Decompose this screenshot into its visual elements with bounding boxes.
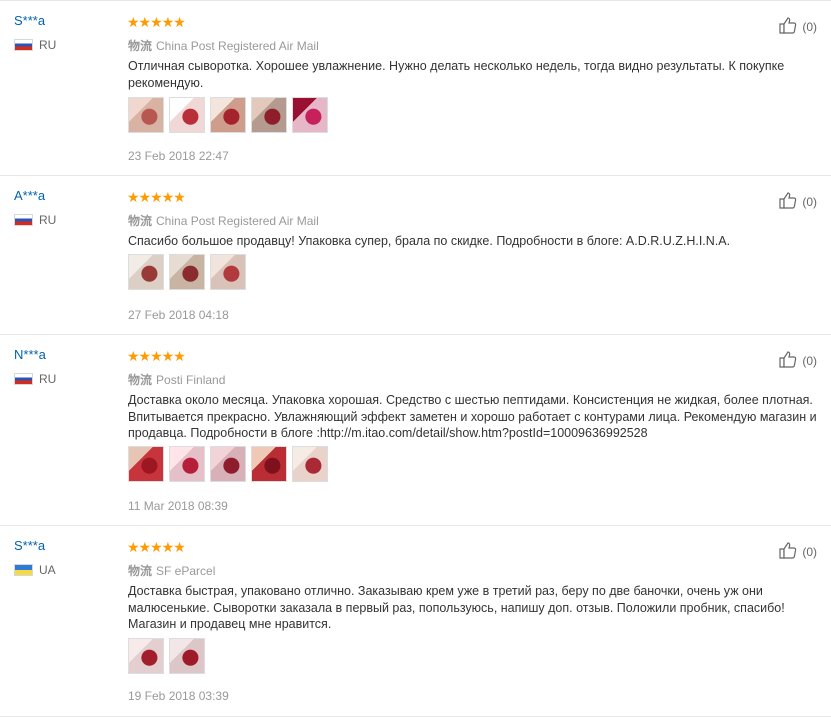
thumbs-up-icon[interactable] — [778, 15, 798, 38]
review-photos — [128, 638, 205, 674]
logistics-info: 物流 China Post Registered Air Mail — [128, 212, 319, 229]
reviewer-country: UA — [14, 563, 56, 577]
review-photo-thumbnail[interactable] — [128, 254, 164, 290]
country-code: UA — [39, 563, 56, 577]
review-photo-thumbnail[interactable] — [251, 446, 287, 482]
logistics-info: 物流 China Post Registered Air Mail — [128, 37, 319, 54]
reviewer-name[interactable]: A***a — [14, 188, 45, 203]
logistics-method: SF eParcel — [156, 564, 216, 578]
logistics-info: 物流 SF eParcel — [128, 562, 215, 579]
review-date: 23 Feb 2018 22:47 — [128, 149, 229, 163]
helpful-button[interactable]: (0) — [778, 15, 817, 38]
rating-stars: ★★★★★ — [127, 348, 186, 364]
reviewer-country: RU — [14, 372, 56, 386]
rating-stars: ★★★★★ — [127, 189, 186, 205]
review-text: Доставка быстрая, упаковано отлично. Зак… — [128, 584, 785, 631]
review-photo-thumbnail[interactable] — [210, 446, 246, 482]
thumbs-up-icon[interactable] — [778, 540, 798, 563]
logistics-method: China Post Registered Air Mail — [156, 39, 319, 53]
reviewer-country: RU — [14, 213, 56, 227]
rating-stars: ★★★★★ — [127, 14, 186, 30]
review-text: Доставка около месяца. Упаковка хорошая.… — [128, 393, 817, 440]
country-flag-icon — [14, 373, 33, 385]
review-photo-thumbnail[interactable] — [169, 254, 205, 290]
review-photo-thumbnail[interactable] — [128, 446, 164, 482]
review-photos — [128, 446, 328, 482]
review-photo-thumbnail[interactable] — [128, 638, 164, 674]
review-text: Отличная сыворотка. Хорошее увлажнение. … — [128, 59, 785, 90]
logistics-method: Posti Finland — [156, 373, 226, 387]
logistics-label: 物流 — [128, 39, 153, 53]
helpful-button[interactable]: (0) — [778, 190, 817, 213]
country-flag-icon — [14, 39, 33, 51]
review-item: S***a UA ★★★★★ 物流 SF eParcel Доставка быс… — [0, 526, 831, 717]
review-photo-thumbnail[interactable] — [169, 97, 205, 133]
rating-stars: ★★★★★ — [127, 539, 186, 555]
helpful-count: (0) — [802, 194, 817, 209]
logistics-label: 物流 — [128, 373, 153, 387]
logistics-method: China Post Registered Air Mail — [156, 214, 319, 228]
helpful-button[interactable]: (0) — [778, 540, 817, 563]
review-text: Спасибо большое продавцу! Упаковка супер… — [128, 234, 731, 248]
reviewer-name[interactable]: S***a — [14, 13, 45, 28]
helpful-count: (0) — [802, 353, 817, 368]
logistics-info: 物流 Posti Finland — [128, 371, 225, 388]
helpful-count: (0) — [802, 544, 817, 559]
review-photos — [128, 97, 328, 133]
review-item: N***a RU ★★★★★ 物流 Posti Finland Доставка … — [0, 335, 831, 526]
country-flag-icon — [14, 564, 33, 576]
country-code: RU — [39, 38, 57, 52]
review-photo-thumbnail[interactable] — [292, 97, 328, 133]
logistics-label: 物流 — [128, 214, 153, 228]
thumbs-up-icon[interactable] — [778, 349, 798, 372]
review-photo-thumbnail[interactable] — [210, 97, 246, 133]
review-date: 27 Feb 2018 04:18 — [128, 308, 229, 322]
country-code: RU — [39, 372, 57, 386]
helpful-count: (0) — [802, 19, 817, 34]
reviewer-name[interactable]: N***a — [14, 347, 46, 362]
review-photo-thumbnail[interactable] — [210, 254, 246, 290]
review-photo-thumbnail[interactable] — [169, 638, 205, 674]
thumbs-up-icon[interactable] — [778, 190, 798, 213]
reviewer-country: RU — [14, 38, 56, 52]
review-photos — [128, 254, 246, 290]
helpful-button[interactable]: (0) — [778, 349, 817, 372]
review-item: S***a RU ★★★★★ 物流 China Post Registered A… — [0, 0, 831, 176]
review-date: 11 Mar 2018 08:39 — [128, 499, 228, 513]
reviewer-name[interactable]: S***a — [14, 538, 45, 553]
review-photo-thumbnail[interactable] — [251, 97, 287, 133]
review-photo-thumbnail[interactable] — [292, 446, 328, 482]
review-photo-thumbnail[interactable] — [128, 97, 164, 133]
review-item: A***a RU ★★★★★ 物流 China Post Registered A… — [0, 176, 831, 335]
country-code: RU — [39, 213, 57, 227]
logistics-label: 物流 — [128, 564, 153, 578]
review-date: 19 Feb 2018 03:39 — [128, 689, 229, 703]
review-photo-thumbnail[interactable] — [169, 446, 205, 482]
country-flag-icon — [14, 214, 33, 226]
